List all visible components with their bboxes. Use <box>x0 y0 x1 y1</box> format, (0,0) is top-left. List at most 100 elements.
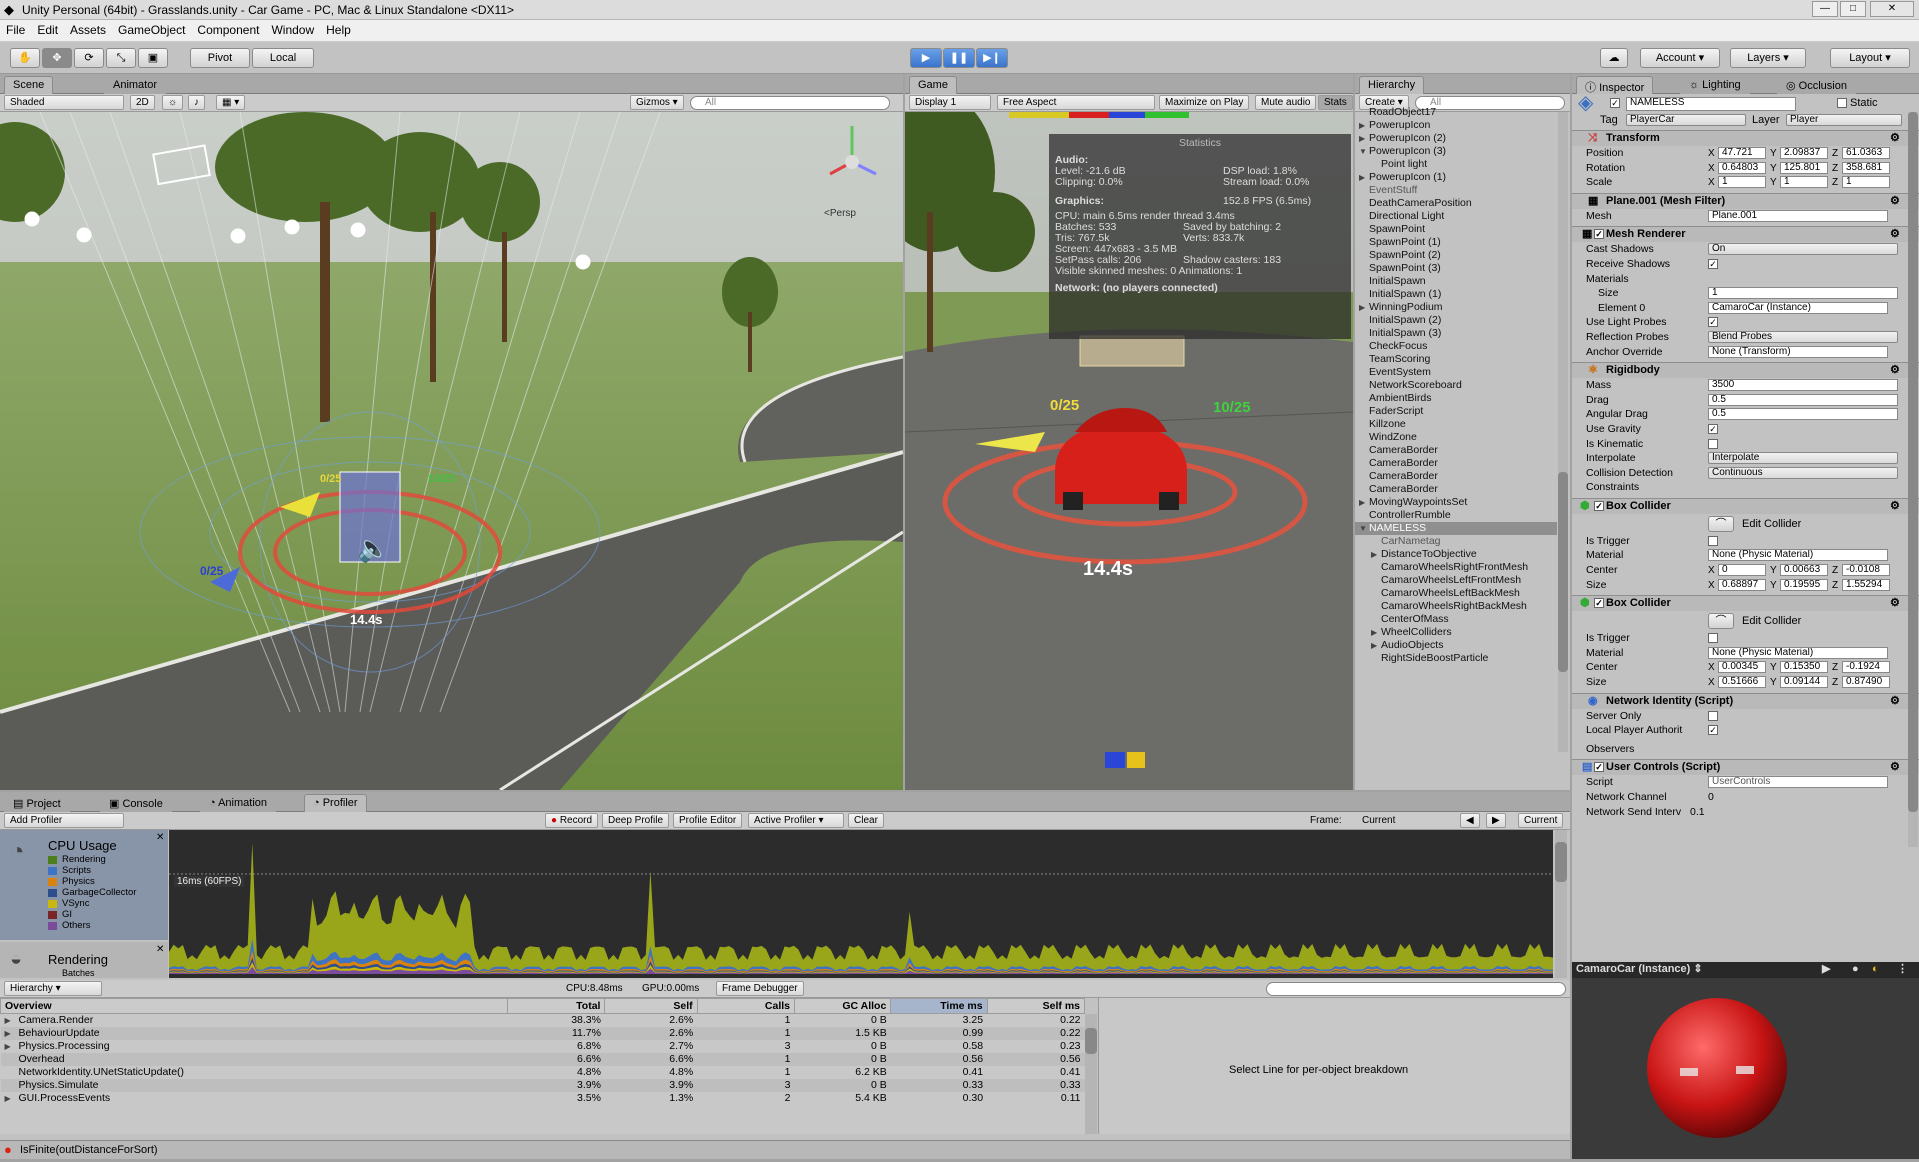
mesh-renderer-header[interactable]: ▦ ✓ Mesh Renderer ⚙ <box>1572 226 1919 243</box>
preview-light-icon[interactable]: ◐ <box>1872 962 1879 977</box>
size-2-y[interactable]: 0.09144 <box>1780 676 1828 689</box>
profiler-chart-scrollbar[interactable] <box>1555 830 1567 978</box>
account-dropdown[interactable]: Account ▾ <box>1640 48 1720 68</box>
network-identity-header[interactable]: ◉ Network Identity (Script) ⚙ <box>1572 692 1919 709</box>
frame-debugger-button[interactable]: Frame Debugger <box>716 981 804 996</box>
maximize-button[interactable]: □ <box>1840 1 1866 17</box>
size-2-z[interactable]: 0.87490 <box>1842 676 1890 689</box>
rotation-x[interactable]: 0.64803 <box>1718 161 1766 174</box>
audio-toggle-icon[interactable]: ♪ <box>188 95 205 110</box>
active-profiler-dropdown[interactable]: Active Profiler ▾ <box>748 813 844 828</box>
add-profiler-dropdown[interactable]: Add Profiler <box>4 813 124 828</box>
rotation-y[interactable]: 125.801 <box>1780 161 1828 174</box>
material-2-field[interactable]: None (Physic Material) <box>1708 646 1888 659</box>
minimize-button[interactable]: — <box>1812 1 1838 17</box>
legend-item[interactable]: Physics <box>48 876 136 887</box>
element0-field[interactable]: CamaroCar (Instance) <box>1708 301 1888 314</box>
tab-game[interactable]: Game <box>909 76 957 94</box>
size-1-x[interactable]: 0.68897 <box>1718 578 1766 591</box>
hierarchy-item[interactable]: FaderScript <box>1355 405 1557 418</box>
legend-item[interactable]: GI <box>48 909 136 920</box>
anchor-override-field[interactable]: None (Transform) <box>1708 345 1888 358</box>
box-collider-2-header[interactable]: ⬢ ✓ Box Collider ⚙ <box>1572 595 1919 612</box>
hierarchy-item[interactable]: NetworkScoreboard <box>1355 379 1557 392</box>
legend-item[interactable]: Scripts <box>48 865 136 876</box>
expand-arrow-icon[interactable]: ▶ <box>1359 496 1365 509</box>
position-z[interactable]: 61.0363 <box>1842 147 1890 159</box>
pivot-button[interactable]: Pivot <box>190 48 250 68</box>
cloud-icon[interactable]: ☁ <box>1600 48 1628 68</box>
size-1-z[interactable]: 1.55294 <box>1842 578 1890 591</box>
col-overview[interactable]: Overview <box>0 998 509 1014</box>
edit-collider-2-button[interactable]: ⌒ <box>1708 613 1734 630</box>
col-calls[interactable]: Calls <box>696 998 796 1014</box>
tab-lighting[interactable]: ☼ Lighting <box>1680 76 1750 94</box>
move-tool-icon[interactable]: ✥ <box>42 48 72 68</box>
hierarchy-item[interactable]: ▶ MovingWaypointsSet <box>1355 496 1557 509</box>
legend-item[interactable]: Others <box>48 920 136 931</box>
mass-field[interactable]: 3500 <box>1708 379 1898 392</box>
component-menu-icon[interactable]: ⚙ <box>1890 762 1900 773</box>
tab-console[interactable]: ▣ Console <box>100 794 172 812</box>
legend-item[interactable]: VSync <box>48 898 136 909</box>
material-preview-sphere[interactable] <box>1572 978 1919 1159</box>
is-trigger-2-checkbox[interactable] <box>1708 633 1718 644</box>
hierarchy-item[interactable]: CamaroWheelsRightBackMesh <box>1355 600 1557 613</box>
tab-profiler[interactable]: ◔ Profiler <box>304 794 367 812</box>
hierarchy-item[interactable]: InitialSpawn (3) <box>1355 327 1557 340</box>
current-frame-button[interactable]: Current <box>1518 813 1564 828</box>
tag-dropdown[interactable]: PlayerCar <box>1626 114 1746 126</box>
expand-arrow-icon[interactable]: ▶ <box>5 1014 19 1027</box>
hierarchy-item[interactable]: CamaroWheelsRightFrontMesh <box>1355 561 1557 574</box>
is-kinematic-checkbox[interactable] <box>1708 438 1718 449</box>
preview-play-icon[interactable]: ▶ <box>1822 962 1830 977</box>
hierarchy-item[interactable]: DeathCameraPosition <box>1355 197 1557 210</box>
hierarchy-item[interactable]: CenterOfMass <box>1355 613 1557 626</box>
menu-edit[interactable]: Edit <box>31 20 64 40</box>
mesh-renderer-enabled-checkbox[interactable]: ✓ <box>1594 229 1604 240</box>
materials-size-field[interactable]: 1 <box>1708 287 1898 300</box>
step-button[interactable]: ▶❙ <box>976 48 1008 68</box>
expand-arrow-icon[interactable]: ▶ <box>1359 171 1365 184</box>
cast-shadows-dropdown[interactable]: On <box>1708 243 1898 256</box>
play-button[interactable]: ▶ <box>910 48 942 68</box>
pause-button[interactable]: ❚❚ <box>943 48 975 68</box>
col-self-ms[interactable]: Self ms <box>986 998 1085 1014</box>
hierarchy-item[interactable]: CarNametag <box>1355 535 1557 548</box>
hierarchy-item[interactable]: ▼ NAMELESS <box>1355 522 1557 535</box>
drag-field[interactable]: 0.5 <box>1708 393 1898 406</box>
col-gc-alloc[interactable]: GC Alloc <box>794 998 892 1014</box>
local-player-checkbox[interactable]: ✓ <box>1708 725 1718 736</box>
active-checkbox[interactable]: ✓ <box>1610 98 1620 108</box>
aspect-dropdown[interactable]: Free Aspect <box>997 95 1155 110</box>
hierarchy-item[interactable]: ▶ AudioObjects <box>1355 639 1557 652</box>
center-2-x[interactable]: 0.00345 <box>1718 661 1766 674</box>
scene-viewport[interactable]: <Persp 0/25 0/25 10/25 14.4s 🔈 <box>0 112 903 790</box>
expand-arrow-icon[interactable]: ▶ <box>5 1027 19 1040</box>
hierarchy-item[interactable]: ▼ PowerupIcon (3) <box>1355 145 1557 158</box>
expand-arrow-icon[interactable]: ▶ <box>1371 548 1377 561</box>
2d-toggle[interactable]: 2D <box>130 95 155 110</box>
observers-row[interactable]: Observers <box>1572 742 1919 757</box>
persp-label[interactable]: <Persp <box>824 208 856 219</box>
hierarchy-scroll-thumb[interactable] <box>1558 472 1568 672</box>
table-row[interactable]: ▶ BehaviourUpdate 11.7% 2.6% 1 1.5 KB 0.99 0.22… <box>0 1027 1085 1040</box>
tab-hierarchy[interactable]: Hierarchy <box>1359 76 1425 94</box>
hierarchy-item[interactable]: AmbientBirds <box>1355 392 1557 405</box>
maximize-on-play-toggle[interactable]: Maximize on Play <box>1159 95 1250 110</box>
script-field[interactable]: UserControls <box>1708 776 1888 789</box>
edit-collider-1-button[interactable]: ⌒ <box>1708 515 1734 532</box>
record-button[interactable]: ● Record <box>545 813 599 828</box>
tab-project[interactable]: ▤ Project <box>4 794 70 812</box>
reflection-probes-dropdown[interactable]: Blend Probes <box>1708 330 1898 343</box>
status-bar[interactable]: ● IsFinite(outDistanceForSort) <box>0 1140 1570 1159</box>
box-collider-2-enabled-checkbox[interactable]: ✓ <box>1594 598 1604 609</box>
expand-arrow-icon[interactable]: ▶ <box>1371 626 1377 639</box>
static-checkbox[interactable] <box>1837 98 1847 108</box>
scale-y[interactable]: 1 <box>1780 176 1828 189</box>
component-menu-icon[interactable]: ⚙ <box>1890 133 1900 144</box>
receive-shadows-checkbox[interactable]: ✓ <box>1708 258 1718 269</box>
hierarchy-item[interactable]: CamaroWheelsLeftBackMesh <box>1355 587 1557 600</box>
hierarchy-item[interactable]: EventSystem <box>1355 366 1557 379</box>
tab-animation[interactable]: ◔ Animation <box>200 794 277 812</box>
